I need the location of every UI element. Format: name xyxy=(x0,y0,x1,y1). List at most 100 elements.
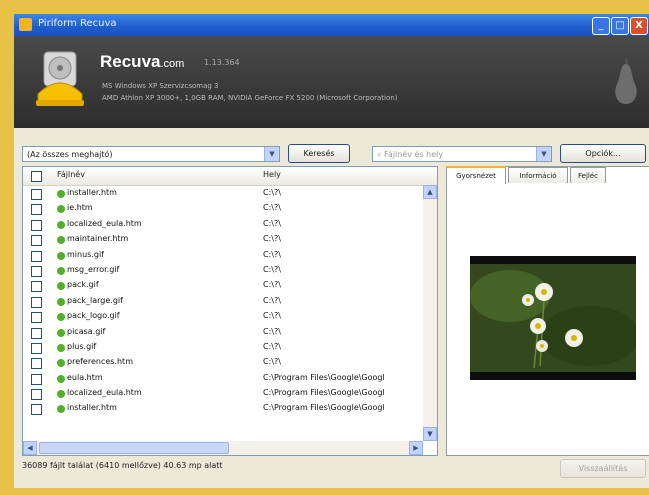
row-path: C:\?\ xyxy=(263,357,281,367)
row-path: C:\?\ xyxy=(263,295,281,305)
table-row[interactable]: minus.gif C:\?\ xyxy=(23,248,423,263)
table-row[interactable]: localized_eula.htm C:\Program Files\Googl… xyxy=(23,386,423,401)
row-path: C:\?\ xyxy=(263,264,281,274)
row-filename: eula.htm xyxy=(67,372,103,382)
minimize-button[interactable]: _ xyxy=(592,17,610,35)
recuva-logo-icon xyxy=(36,51,84,106)
scroll-down-icon[interactable]: ▼ xyxy=(423,427,437,441)
close-button[interactable]: X xyxy=(630,17,648,35)
brand-text: Recuva xyxy=(100,52,161,71)
tab-preview[interactable]: Gyorsnézet xyxy=(446,166,506,184)
state-excellent-icon xyxy=(57,190,65,198)
row-filename: preferences.htm xyxy=(67,357,133,367)
row-checkbox[interactable] xyxy=(31,281,42,293)
state-excellent-icon xyxy=(57,282,65,291)
state-excellent-icon xyxy=(57,328,65,337)
scroll-up-icon[interactable]: ▲ xyxy=(423,185,437,199)
version-label: 1.13.364 xyxy=(204,58,240,67)
recover-button[interactable]: Visszaállítás xyxy=(560,459,646,478)
row-checkbox[interactable] xyxy=(31,265,42,277)
table-row[interactable]: localized_eula.htm C:\?\ xyxy=(23,217,423,232)
vertical-scrollbar[interactable]: ▲ ▼ xyxy=(423,185,437,441)
row-checkbox[interactable] xyxy=(31,373,42,385)
row-path: C:\?\ xyxy=(263,218,281,228)
table-row[interactable]: eula.htm C:\Program Files\Google\Googl xyxy=(23,371,423,386)
chevron-down-icon[interactable]: ▼ xyxy=(536,147,551,161)
state-excellent-icon xyxy=(57,359,65,368)
preview-image xyxy=(470,256,636,380)
window-title: Piriform Recuva xyxy=(38,18,117,29)
row-checkbox[interactable] xyxy=(31,327,42,339)
state-excellent-icon xyxy=(57,236,65,245)
table-row[interactable]: ie.htm C:\?\ xyxy=(23,201,423,216)
table-row[interactable]: installer.htm C:\Program Files\Google\Goo… xyxy=(23,401,423,416)
row-filename: localized_eula.htm xyxy=(67,388,142,398)
row-path: C:\?\ xyxy=(263,249,281,259)
row-checkbox[interactable] xyxy=(31,342,42,354)
scroll-thumb[interactable] xyxy=(39,442,229,454)
table-row[interactable]: msg_error.gif C:\?\ xyxy=(23,263,423,278)
table-row[interactable]: installer.htm C:\?\ xyxy=(23,186,423,201)
row-path: C:\?\ xyxy=(263,188,281,197)
list-header: Fájlnév Hely xyxy=(23,167,437,186)
row-checkbox[interactable] xyxy=(31,204,42,216)
table-row[interactable]: pack_logo.gif C:\?\ xyxy=(23,309,423,324)
row-checkbox[interactable] xyxy=(31,358,42,370)
table-row[interactable]: pack_large.gif C:\?\ xyxy=(23,294,423,309)
state-excellent-icon xyxy=(57,251,65,260)
row-path: C:\?\ xyxy=(263,311,281,321)
options-button[interactable]: Opciók... xyxy=(560,144,646,163)
drive-select-value: (Az összes meghajtó) xyxy=(27,150,113,159)
drive-select[interactable]: (Az összes meghajtó) ▼ xyxy=(22,146,280,162)
state-excellent-icon xyxy=(57,297,65,306)
os-info: MS Windows XP Szervizcsomag 3 xyxy=(102,82,219,90)
table-row[interactable]: preferences.htm C:\?\ xyxy=(23,355,423,370)
horizontal-scrollbar[interactable]: ◀ ▶ xyxy=(23,441,423,455)
maximize-button[interactable]: □ xyxy=(611,17,629,35)
state-excellent-icon xyxy=(57,405,65,414)
row-checkbox[interactable] xyxy=(31,389,42,401)
scroll-right-icon[interactable]: ▶ xyxy=(409,441,423,455)
row-checkbox[interactable] xyxy=(31,312,42,324)
row-path: C:\Program Files\Google\Googl xyxy=(263,372,385,382)
brand-domain: .com xyxy=(160,58,185,70)
row-filename: localized_eula.htm xyxy=(67,218,142,228)
row-filename: pack_logo.gif xyxy=(67,311,120,321)
status-text: 36089 fájlt találat (6410 mellőzve) 40.6… xyxy=(22,461,223,470)
row-path: C:\?\ xyxy=(263,326,281,336)
chevron-down-icon[interactable]: ▼ xyxy=(264,147,279,161)
title-bar[interactable]: Piriform Recuva _ □ X xyxy=(14,14,649,36)
row-filename: msg_error.gif xyxy=(67,264,120,274)
row-checkbox[interactable] xyxy=(31,296,42,308)
recuva-window: Piriform Recuva _ □ X Recuva.com 1.13.36… xyxy=(14,14,649,488)
state-excellent-icon xyxy=(57,313,65,322)
row-filename: ie.htm xyxy=(67,203,93,213)
column-path[interactable]: Hely xyxy=(263,170,281,179)
hardware-info: AMD Athlon XP 3000+, 1,0GB RAM, NVIDIA G… xyxy=(102,94,398,102)
table-row[interactable]: plus.gif C:\?\ xyxy=(23,340,423,355)
row-filename: maintainer.htm xyxy=(67,234,129,244)
table-row[interactable]: pack.gif C:\?\ xyxy=(23,278,423,293)
tab-info[interactable]: Információ xyxy=(508,167,568,183)
scan-button[interactable]: Keresés xyxy=(288,144,350,163)
tab-header[interactable]: Fejléc xyxy=(570,167,606,183)
row-checkbox[interactable] xyxy=(31,404,42,416)
scroll-left-icon[interactable]: ◀ xyxy=(23,441,37,455)
row-checkbox[interactable] xyxy=(31,235,42,247)
row-path: C:\?\ xyxy=(263,203,281,213)
row-filename: picasa.gif xyxy=(67,326,106,336)
table-row[interactable]: maintainer.htm C:\?\ xyxy=(23,232,423,247)
row-checkbox[interactable] xyxy=(31,250,42,262)
column-filename[interactable]: Fájlnév xyxy=(57,170,85,179)
toolbar: (Az összes meghajtó) ▼ Keresés ⌕ Fájlnév… xyxy=(14,128,649,164)
table-row[interactable]: picasa.gif C:\?\ xyxy=(23,325,423,340)
row-checkbox[interactable] xyxy=(31,189,42,200)
state-excellent-icon xyxy=(57,205,65,214)
filename-path-placeholder: Fájlnév és hely xyxy=(384,150,444,159)
file-list: Fájlnév Hely installer.htm C:\?\ ie.htm C:\… xyxy=(22,166,438,456)
row-path: C:\Program Files\Google\Googl xyxy=(263,388,385,398)
row-checkbox[interactable] xyxy=(31,219,42,231)
filename-path-input[interactable]: ⌕ Fájlnév és hely ▼ xyxy=(372,146,552,162)
select-all-checkbox[interactable] xyxy=(31,171,42,182)
row-path: C:\Program Files\Google\Googl xyxy=(263,403,385,413)
